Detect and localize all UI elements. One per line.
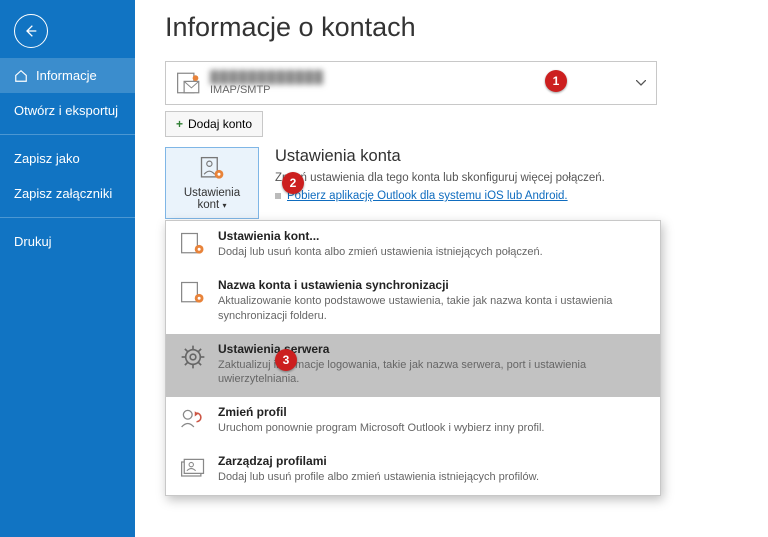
dropdown-item-sync-settings[interactable]: Nazwa konta i ustawienia synchronizacjiA… [166,270,660,334]
sidebar-item-label: Zapisz jako [14,151,80,166]
accounts-icon [178,229,208,259]
callout-3: 3 [275,349,297,371]
account-settings-button[interactable]: Ustawieniakont ▾ [165,147,259,219]
arrow-left-icon [23,23,39,39]
account-settings-icon [198,155,226,183]
sidebar-item-save-as[interactable]: Zapisz jako [0,141,135,176]
account-settings-description: Ustawienia konta Zmień ustawienia dla te… [275,147,605,202]
sidebar-item-open-export[interactable]: Otwórz i eksportuj [0,93,135,128]
dropdown-item-server-settings[interactable]: Ustawienia serweraZaktualizuj informacje… [166,334,660,398]
home-icon [14,69,28,83]
caret-down-icon [636,80,646,86]
dropdown-item-change-profile[interactable]: Zmień profilUruchom ponownie program Mic… [166,397,660,446]
sidebar-item-label: Zapisz załączniki [14,186,112,201]
plus-icon: + [176,117,183,131]
account-settings-text: Zmień ustawienia dla tego konta lub skon… [275,170,605,186]
outlook-mobile-link[interactable]: Pobierz aplikację Outlook dla systemu iO… [287,190,568,202]
sidebar-item-information[interactable]: Informacje [0,58,135,93]
sidebar-item-label: Informacje [36,68,97,83]
account-settings-title: Ustawienia konta [275,147,605,166]
callout-1: 1 [545,70,567,92]
dropdown-item-account-settings[interactable]: Ustawienia kont...Dodaj lub usuń konta a… [166,221,660,270]
back-button[interactable] [14,14,48,48]
account-type: IMAP/SMTP [210,84,324,96]
sidebar-item-print[interactable]: Drukuj [0,224,135,259]
profile-swap-icon [178,405,208,435]
sidebar-item-save-attachments[interactable]: Zapisz załączniki [0,176,135,211]
gear-icon [178,342,208,372]
dropdown-item-manage-profiles[interactable]: Zarządzaj profilamiDodaj lub usuń profil… [166,446,660,495]
account-email-masked: ████████████ [210,70,324,84]
add-account-label: Dodaj konto [188,117,252,131]
sync-icon [178,278,208,308]
divider [0,134,135,135]
account-selector[interactable]: ████████████ IMAP/SMTP [165,61,657,105]
divider [0,217,135,218]
account-settings-dropdown: Ustawienia kont...Dodaj lub usuń konta a… [165,220,661,496]
profiles-icon [178,454,208,484]
account-icon [176,70,202,96]
bullet-icon [275,193,281,199]
callout-2: 2 [282,172,304,194]
add-account-button[interactable]: + Dodaj konto [165,111,263,137]
main-panel: Informacje o kontach ████████████ IMAP/S… [135,0,768,537]
sidebar-item-label: Otwórz i eksportuj [14,103,118,118]
page-title: Informacje o kontach [165,12,738,43]
sidebar: Informacje Otwórz i eksportuj Zapisz jak… [0,0,135,537]
sidebar-item-label: Drukuj [14,234,52,249]
